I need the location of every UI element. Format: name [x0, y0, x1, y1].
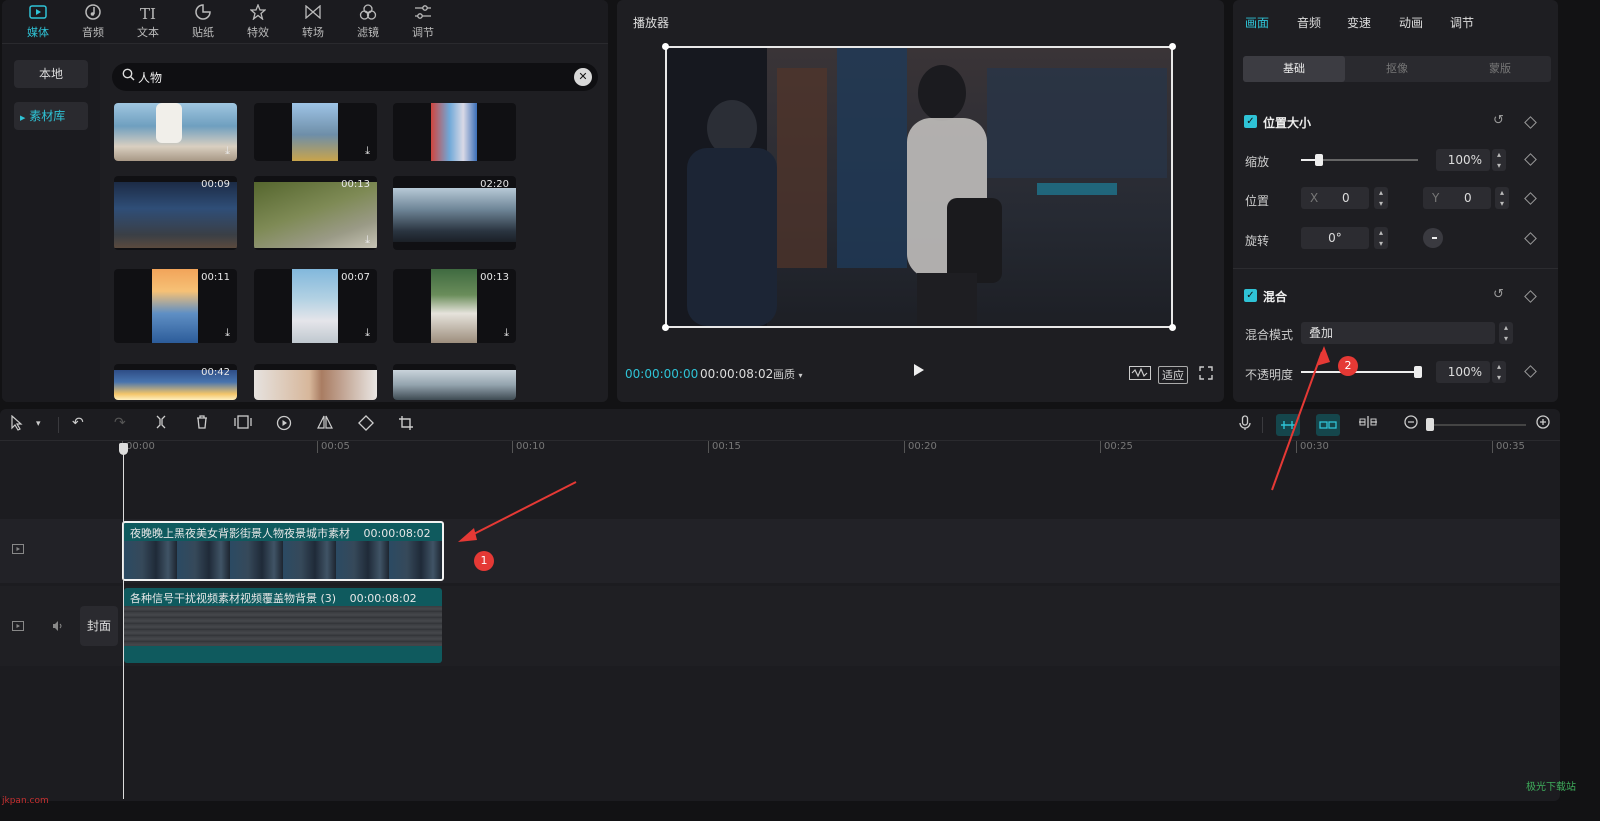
- annotation-overlay: [458, 346, 1330, 542]
- annotation-badge-1: 1: [474, 551, 494, 571]
- watermark-left: jkpan.com: [2, 796, 49, 806]
- watermark: 极光下载站: [1526, 782, 1576, 793]
- annotation-badge-2: 2: [1338, 356, 1358, 376]
